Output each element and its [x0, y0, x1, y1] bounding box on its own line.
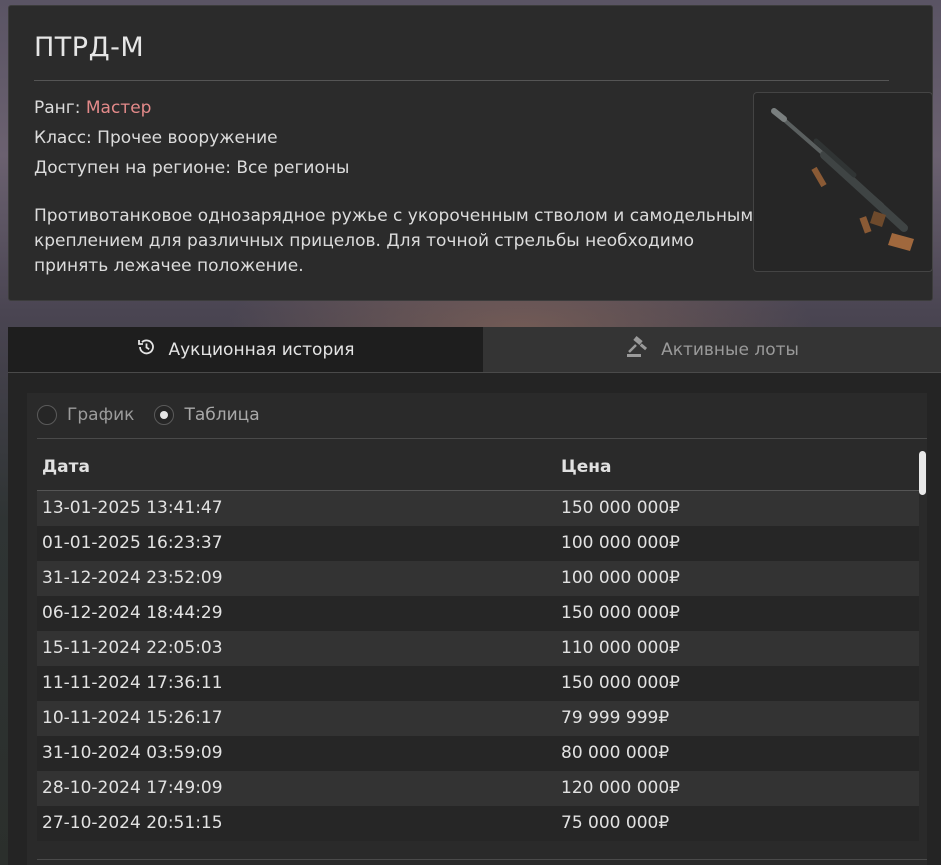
- cell-price: 120 000 000₽: [561, 778, 680, 798]
- table-row: 10-11-2024 15:26:17 79 999 999₽: [37, 701, 919, 736]
- tab-bar: Аукционная история Активные лоты: [8, 327, 941, 373]
- table-row: 06-12-2024 18:44:29 150 000 000₽: [37, 596, 919, 631]
- item-card: ПТРД-М Ранг: Мастер Класс: Прочее вооруж…: [8, 5, 933, 301]
- table-row: 13-01-2025 13:41:47 150 000 000₽: [37, 491, 919, 526]
- cell-price: 110 000 000₽: [561, 638, 680, 658]
- table-scrollbar[interactable]: [919, 451, 926, 495]
- radio-chart-label: График: [67, 405, 135, 425]
- cell-date: 28-10-2024 17:49:09: [42, 778, 223, 798]
- cell-price: 100 000 000₽: [561, 568, 680, 588]
- cell-price: 75 000 000₽: [561, 813, 670, 833]
- table-header: Дата Цена: [37, 449, 919, 491]
- table-row: 01-01-2025 16:23:37 100 000 000₽: [37, 526, 919, 561]
- cell-price: 80 000 000₽: [561, 743, 670, 763]
- rank-value: Мастер: [85, 98, 152, 118]
- item-title: ПТРД-М: [34, 32, 145, 63]
- cell-date: 27-10-2024 20:51:15: [42, 813, 223, 833]
- header-price: Цена: [561, 457, 612, 477]
- cell-date: 31-10-2024 03:59:09: [42, 743, 223, 763]
- item-description: Противотанковое однозарядное ружье с уко…: [34, 206, 754, 276]
- cell-date: 06-12-2024 18:44:29: [42, 603, 223, 623]
- gavel-icon: [625, 336, 649, 363]
- history-content: График Таблица Дата Цена 13-01-2025 13:4…: [27, 393, 927, 865]
- history-icon: [136, 337, 156, 362]
- region-line: Доступен на регионе: Все регионы: [34, 158, 350, 178]
- tab-active-lots[interactable]: Активные лоты: [483, 327, 941, 373]
- radio-chart-circle[interactable]: [37, 405, 57, 425]
- cell-price: 150 000 000₽: [561, 603, 680, 623]
- cell-date: 10-11-2024 15:26:17: [42, 708, 223, 728]
- cell-price: 150 000 000₽: [561, 673, 680, 693]
- divider: [37, 859, 927, 860]
- tab-auction-history-label: Аукционная история: [168, 339, 355, 360]
- table-row: 11-11-2024 17:36:11 150 000 000₽: [37, 666, 919, 701]
- rank-label: Ранг:: [34, 98, 81, 118]
- class-line: Класс: Прочее вооружение: [34, 128, 278, 148]
- rifle-icon: [771, 108, 914, 251]
- cell-price: 150 000 000₽: [561, 498, 680, 518]
- cell-date: 15-11-2024 22:05:03: [42, 638, 223, 658]
- table-row: 31-12-2024 23:52:09 100 000 000₽: [37, 561, 919, 596]
- cell-price: 100 000 000₽: [561, 533, 680, 553]
- header-date: Дата: [42, 457, 90, 477]
- table-row: 28-10-2024 17:49:09 120 000 000₽: [37, 771, 919, 806]
- cell-date: 01-01-2025 16:23:37: [42, 533, 223, 553]
- table-row: 27-10-2024 20:51:15 75 000 000₽: [37, 806, 919, 841]
- cell-date: 31-12-2024 23:52:09: [42, 568, 223, 588]
- cell-date: 11-11-2024 17:36:11: [42, 673, 223, 693]
- radio-table-label: Таблица: [184, 405, 260, 425]
- divider: [34, 80, 889, 81]
- table-row: 31-10-2024 03:59:09 80 000 000₽: [37, 736, 919, 771]
- item-image: [753, 92, 933, 272]
- tab-auction-history[interactable]: Аукционная история: [8, 327, 483, 373]
- table-row: 15-11-2024 22:05:03 110 000 000₽: [37, 631, 919, 666]
- auction-panel: Аукционная история Активные лоты График: [8, 327, 941, 865]
- divider: [37, 438, 927, 439]
- view-toggle: График Таблица: [37, 405, 260, 425]
- tab-active-lots-label: Активные лоты: [661, 339, 799, 360]
- table-body: 13-01-2025 13:41:47 150 000 000₽ 01-01-20…: [37, 491, 919, 841]
- radio-table-circle[interactable]: [154, 405, 175, 425]
- radio-chart[interactable]: График: [37, 405, 134, 425]
- cell-date: 13-01-2025 13:41:47: [42, 498, 223, 518]
- rank-line: Ранг: Мастер: [34, 98, 151, 118]
- radio-table[interactable]: Таблица: [154, 405, 260, 425]
- cell-price: 79 999 999₽: [561, 708, 670, 728]
